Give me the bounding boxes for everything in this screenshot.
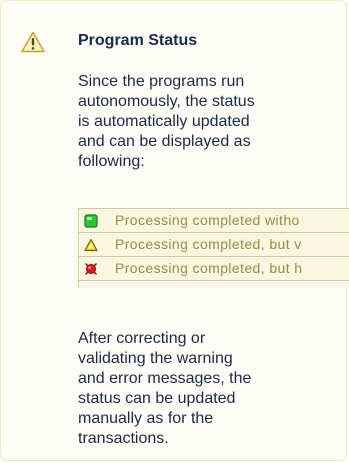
red-error-status-icon: [85, 263, 97, 275]
outro-paragraph: After correcting or validating the warni…: [78, 330, 252, 447]
callout-title: Program Status: [78, 32, 198, 49]
status-label-ok: Processing completed witho: [115, 212, 300, 228]
status-legend-table: Processing completed witho Processing co…: [78, 208, 349, 288]
status-row-warning: Processing completed, but v: [79, 233, 349, 257]
status-row-error: Processing completed, but h: [79, 257, 349, 281]
warning-callout-panel: Program Status Since the programs run au…: [0, 0, 349, 461]
status-label-error: Processing completed, but h: [115, 260, 303, 276]
intro-paragraph: Since the programs run autonomously, the…: [78, 73, 255, 170]
status-row-ok: Processing completed witho: [79, 208, 349, 233]
green-square-status-icon: [84, 214, 98, 228]
status-label-warning: Processing completed, but v: [115, 236, 302, 252]
warning-triangle-icon: [21, 31, 45, 53]
yellow-triangle-warning-icon: [84, 238, 98, 252]
